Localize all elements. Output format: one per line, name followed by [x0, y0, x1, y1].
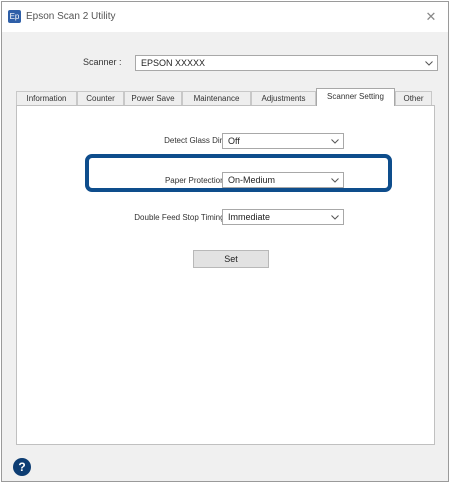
utility-window: Ep Epson Scan 2 Utility ✕ Scanner : EPSO… — [1, 1, 449, 482]
double-feed-stop-timing-value: Immediate — [228, 212, 271, 222]
tab-counter[interactable]: Counter — [77, 91, 124, 105]
chevron-down-icon — [424, 56, 433, 70]
detect-glass-dirt-select[interactable]: Off — [222, 133, 344, 149]
help-icon[interactable]: ? — [13, 458, 31, 476]
tab-information[interactable]: Information — [16, 91, 77, 105]
chevron-down-icon — [330, 210, 339, 224]
scanner-select[interactable]: EPSON XXXXX — [135, 55, 438, 71]
detect-glass-dirt-value: Off — [228, 136, 240, 146]
scanner-label: Scanner : — [83, 57, 122, 67]
title-bar: Ep Epson Scan 2 Utility ✕ — [2, 2, 448, 32]
double-feed-stop-timing-select[interactable]: Immediate — [222, 209, 344, 225]
set-button[interactable]: Set — [193, 250, 269, 268]
paper-protection-label: Paper Protection : — [164, 176, 229, 185]
tab-strip: Information Counter Power Save Maintenan… — [16, 88, 432, 106]
epson-app-icon: Ep — [8, 10, 21, 23]
chevron-down-icon — [330, 173, 339, 187]
tab-scanner-setting[interactable]: Scanner Setting — [316, 88, 395, 106]
paper-protection-value: On-Medium — [228, 175, 276, 185]
tab-other[interactable]: Other — [395, 91, 432, 105]
detect-glass-dirt-label: Detect Glass Dirt : — [164, 136, 229, 145]
scanner-setting-panel: Detect Glass Dirt : Off Paper Protection… — [16, 105, 435, 445]
scanner-select-value: EPSON XXXXX — [141, 58, 206, 68]
chevron-down-icon — [330, 134, 339, 148]
close-button[interactable]: ✕ — [420, 7, 442, 27]
tab-adjustments[interactable]: Adjustments — [251, 91, 316, 105]
tab-maintenance[interactable]: Maintenance — [182, 91, 251, 105]
scanner-row: Scanner : EPSON XXXXX — [2, 55, 448, 71]
double-feed-stop-timing-label: Double Feed Stop Timing : — [134, 213, 229, 222]
paper-protection-select[interactable]: On-Medium — [222, 172, 344, 188]
tab-power-save[interactable]: Power Save — [124, 91, 182, 105]
window-title: Epson Scan 2 Utility — [26, 11, 116, 22]
